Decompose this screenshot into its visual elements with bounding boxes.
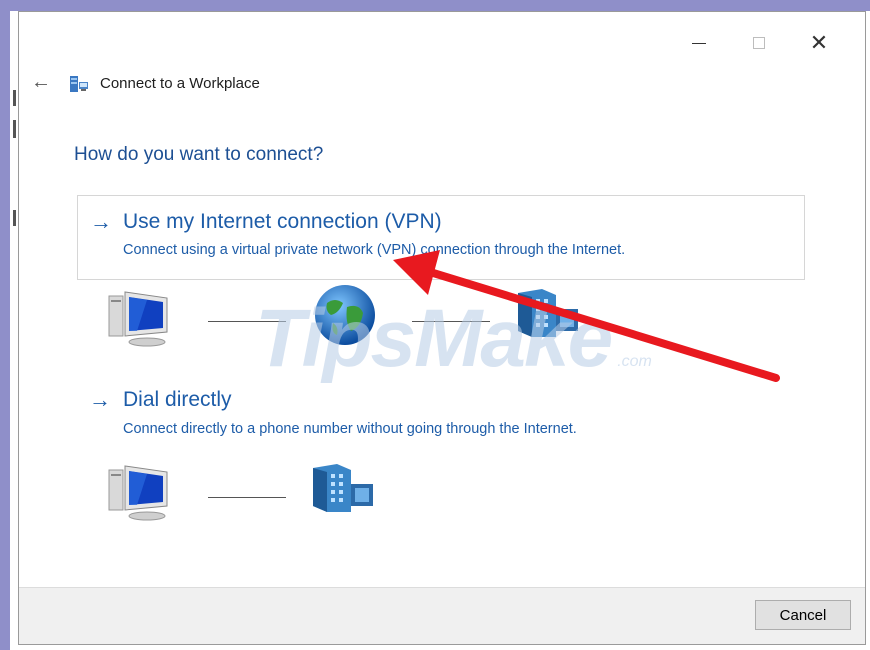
option-description: Connect directly to a phone number witho… bbox=[123, 421, 577, 437]
option-use-internet-vpn[interactable]: → Use my Internet connection (VPN) Conne… bbox=[77, 195, 805, 280]
option-title: Dial directly bbox=[123, 388, 232, 411]
server-icon bbox=[313, 464, 373, 512]
minimize-icon bbox=[692, 42, 706, 44]
minimize-button[interactable] bbox=[679, 30, 719, 56]
computer-icon bbox=[108, 291, 168, 347]
cancel-button[interactable]: Cancel bbox=[755, 600, 851, 630]
connection-line bbox=[208, 497, 286, 498]
option-description: Connect using a virtual private network … bbox=[123, 242, 626, 258]
option-dial-directly[interactable]: → Dial directly Connect directly to a ph… bbox=[77, 387, 805, 457]
watermark: TipsMake .com bbox=[255, 293, 652, 384]
arrow-right-icon: → bbox=[90, 209, 112, 234]
page-heading: How do you want to connect? bbox=[74, 144, 324, 165]
dialog-title: Connect to a Workplace bbox=[100, 75, 260, 92]
computer-icon bbox=[108, 465, 168, 521]
close-button[interactable]: ✕ bbox=[799, 30, 839, 56]
background-text-fragment bbox=[26, 0, 586, 4]
arrow-right-icon: → bbox=[89, 387, 111, 412]
workplace-network-icon bbox=[70, 76, 88, 92]
option-title: Use my Internet connection (VPN) bbox=[123, 210, 442, 233]
connect-to-workplace-dialog: ✕ ← Connect to a Workplace How do you wa… bbox=[18, 11, 866, 645]
maximize-button[interactable] bbox=[739, 30, 779, 56]
background-window-edge-left bbox=[0, 0, 10, 650]
dialog-footer: Cancel bbox=[19, 587, 865, 644]
background-marks bbox=[13, 90, 17, 230]
background-window-edge bbox=[0, 0, 870, 11]
window-controls: ✕ bbox=[679, 30, 849, 56]
maximize-icon bbox=[753, 37, 765, 49]
back-arrow-icon[interactable]: ← bbox=[31, 72, 51, 92]
